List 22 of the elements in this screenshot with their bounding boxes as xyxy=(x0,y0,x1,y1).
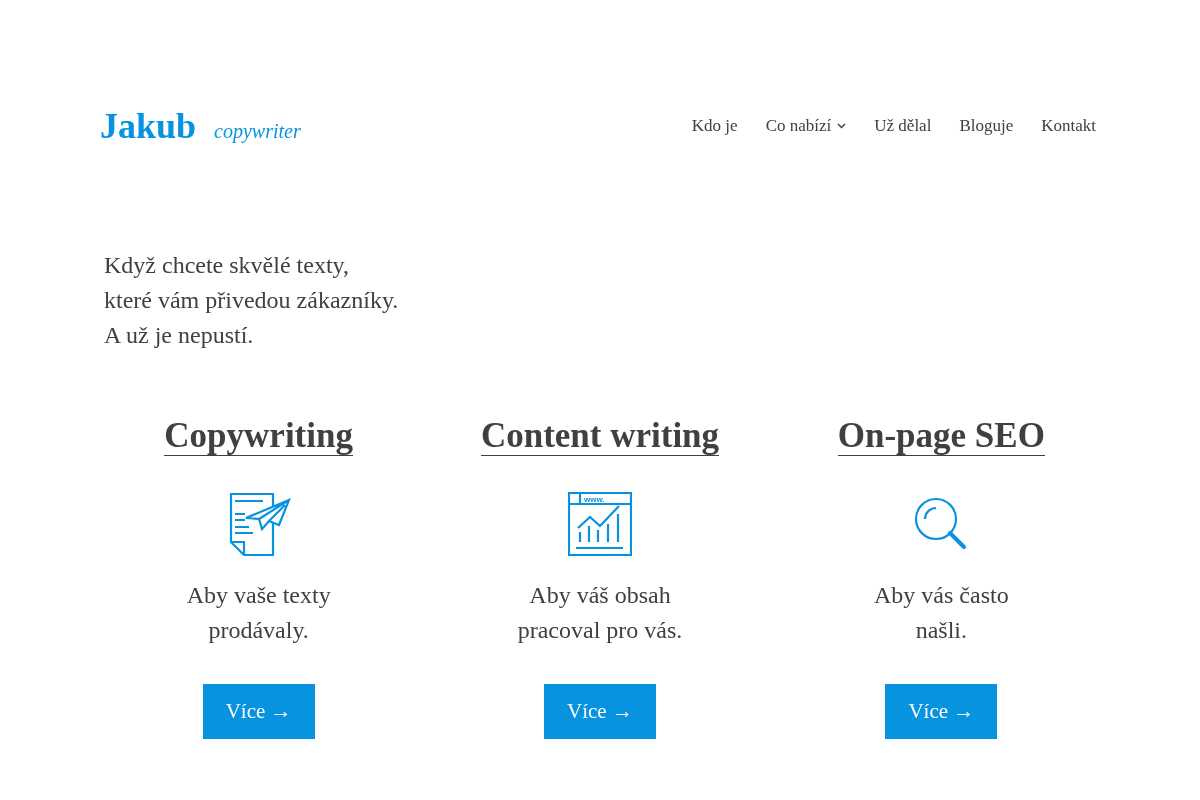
service-description: prodávaly. xyxy=(208,616,309,645)
nav-link[interactable]: Kontakt xyxy=(1041,116,1096,136)
service-title-link[interactable]: Content writing xyxy=(480,417,720,456)
service-description: našli. xyxy=(915,616,967,645)
service-title-link[interactable]: On-page SEO xyxy=(837,417,1045,456)
nav-link[interactable]: Už dělal xyxy=(874,116,932,136)
document-plane-icon xyxy=(229,492,291,556)
search-icon xyxy=(915,497,967,549)
nav-link[interactable]: Kdo je xyxy=(691,116,738,136)
service-description: Aby vás často xyxy=(874,581,1009,610)
hero-text: které vám přivedou zákazníky. xyxy=(104,286,400,315)
browser-chart-icon xyxy=(568,492,632,556)
nav-link[interactable]: Bloguje xyxy=(959,116,1014,136)
url-text: www. xyxy=(584,494,605,504)
service-description: Aby váš obsah xyxy=(529,581,671,610)
hero-text: A už je nepustí. xyxy=(104,321,255,350)
nav-link[interactable]: Co nabízí xyxy=(765,116,847,136)
service-description: Aby vaše texty xyxy=(186,581,331,610)
hero-text: Když chcete skvělé texty, xyxy=(104,251,350,280)
service-title-link[interactable]: Copywriting xyxy=(164,417,353,456)
site-tagline: copywriter xyxy=(214,120,301,143)
service-description: pracoval pro vás. xyxy=(517,616,683,645)
